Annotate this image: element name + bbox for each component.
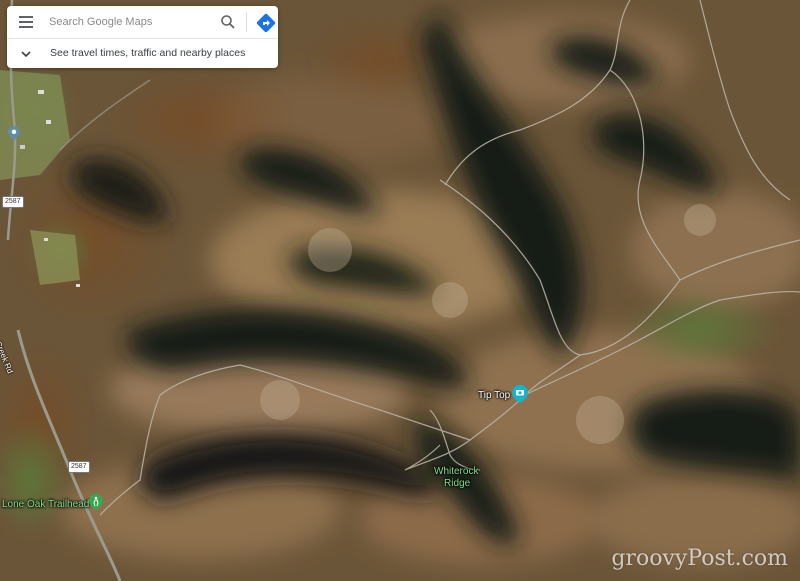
search-input[interactable] (49, 12, 209, 32)
camera-poi-icon[interactable] (512, 385, 528, 408)
place-label-whiterock[interactable]: Whiterock (434, 466, 478, 477)
watermark: groovyPost.com (611, 546, 788, 571)
trailhead-poi-icon[interactable] (89, 494, 103, 515)
travel-hint-text: See travel times, traffic and nearby pla… (50, 47, 246, 59)
search-divider (246, 12, 247, 32)
chevron-down-icon[interactable] (19, 47, 33, 61)
place-label-tip-top[interactable]: Tip Top (478, 390, 510, 401)
directions-icon[interactable] (255, 12, 277, 34)
search-card: See travel times, traffic and nearby pla… (7, 6, 278, 68)
search-icon[interactable] (219, 13, 237, 31)
satellite-map[interactable] (0, 0, 800, 581)
place-label-ridge[interactable]: Ridge (444, 478, 470, 489)
place-label-lone-oak[interactable]: Lone Oak Trailhead (2, 499, 89, 510)
route-shield: 2587 (68, 461, 90, 473)
hamburger-menu-icon[interactable] (15, 12, 37, 32)
travel-info-toggle[interactable]: See travel times, traffic and nearby pla… (7, 39, 278, 68)
search-row (7, 6, 278, 39)
route-shield: 2587 (2, 196, 24, 208)
place-pin-icon[interactable] (8, 126, 20, 145)
